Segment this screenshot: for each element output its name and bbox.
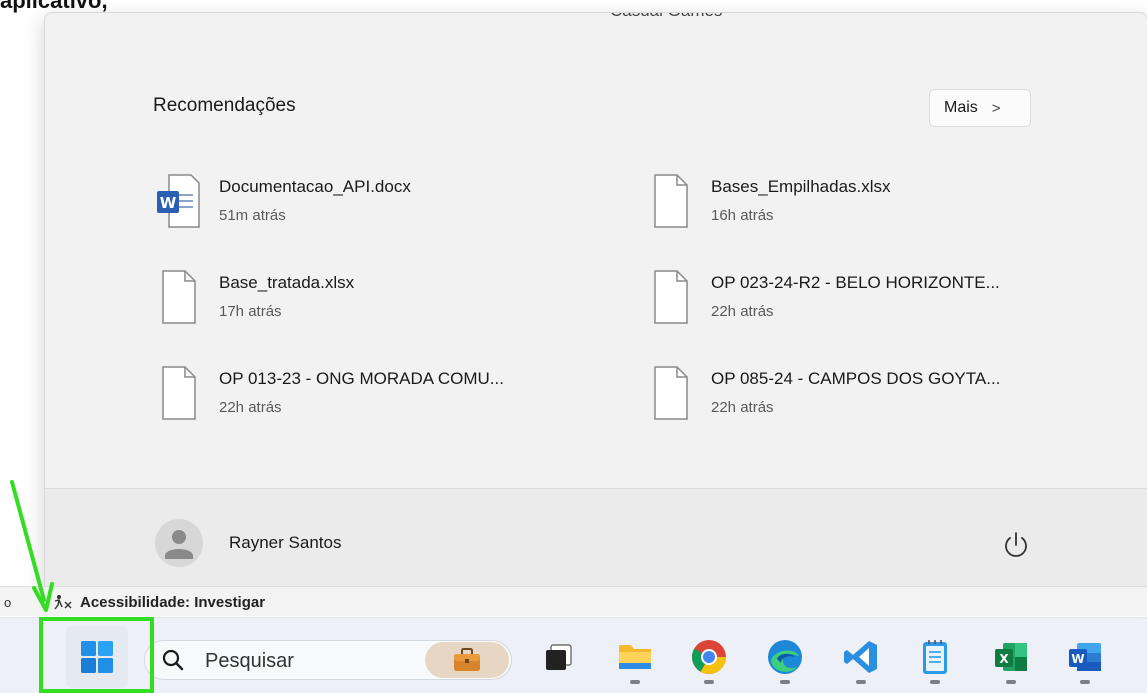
blank-file-icon <box>654 270 688 324</box>
blank-file-icon <box>654 174 688 228</box>
file-name: OP 013-23 - ONG MORADA COMU... <box>219 369 504 388</box>
power-icon[interactable] <box>1000 529 1032 561</box>
notepad-icon <box>923 640 947 674</box>
taskbar: Pesquisar X W <box>0 617 1147 693</box>
file-time: 22h atrás <box>711 399 774 416</box>
taskbar-edge[interactable] <box>754 626 816 688</box>
blank-file-icon <box>162 366 196 420</box>
file-name: Base_tratada.xlsx <box>219 273 355 292</box>
start-menu-footer: Rayner Santos <box>45 488 1147 597</box>
start-button-highlight <box>39 617 154 693</box>
word-file-icon: W <box>157 174 200 228</box>
file-time: 22h atrás <box>219 399 282 416</box>
taskbar-file-explorer[interactable] <box>604 626 666 688</box>
task-view-icon <box>546 644 572 670</box>
blank-file-icon <box>654 366 688 420</box>
green-arrow-annotation <box>10 480 54 612</box>
start-menu: Casual Games Recomendações Mais > W Docu… <box>44 12 1147 598</box>
running-indicator <box>780 680 790 684</box>
svg-text:X: X <box>999 652 1009 666</box>
running-indicator <box>704 680 714 684</box>
file-time: 17h atrás <box>219 303 282 320</box>
running-indicator <box>930 680 940 684</box>
chevron-right-icon: > <box>991 99 1001 117</box>
taskbar-task-view[interactable] <box>528 626 590 688</box>
more-button[interactable]: Mais > <box>929 89 1031 127</box>
briefcase-icon <box>454 648 480 671</box>
user-name[interactable]: Rayner Santos <box>229 533 341 553</box>
recommendation-item[interactable]: OP 013-23 - ONG MORADA COMU... 22h atrás <box>155 361 615 431</box>
running-indicator <box>856 680 866 684</box>
edge-icon <box>768 640 802 674</box>
svg-text:W: W <box>160 194 177 212</box>
taskbar-word[interactable]: W <box>1054 626 1116 688</box>
file-name: Documentacao_API.docx <box>219 177 411 196</box>
search-placeholder: Pesquisar <box>205 650 294 672</box>
vscode-icon <box>844 641 877 673</box>
taskbar-vscode[interactable] <box>830 626 892 688</box>
file-name: OP 023-24-R2 - BELO HORIZONTE... <box>711 273 1000 292</box>
recommendation-item[interactable]: Bases_Empilhadas.xlsx 16h atrás <box>647 169 1107 239</box>
chrome-icon <box>692 640 726 674</box>
search-icon <box>162 649 184 671</box>
recommendation-item[interactable]: W Documentacao_API.docx 51m atrás <box>155 169 615 239</box>
excel-icon: X <box>995 643 1027 671</box>
word-icon: W <box>1069 643 1101 671</box>
svg-text:W: W <box>1071 652 1084 666</box>
games-folder-label[interactable]: Casual Games <box>610 13 722 21</box>
recommendation-item[interactable]: OP 023-24-R2 - BELO HORIZONTE... 22h atr… <box>647 265 1107 335</box>
running-indicator <box>630 680 640 684</box>
recommendations-title: Recomendações <box>153 95 296 116</box>
file-time: 51m atrás <box>219 207 286 224</box>
user-avatar-icon <box>165 530 193 559</box>
file-time: 22h atrás <box>711 303 774 320</box>
running-indicator <box>1006 680 1016 684</box>
running-indicator <box>1080 680 1090 684</box>
recommendation-item[interactable]: Base_tratada.xlsx 17h atrás <box>155 265 615 335</box>
file-time: 16h atrás <box>711 207 774 224</box>
taskbar-notepad[interactable] <box>904 626 966 688</box>
avatar[interactable] <box>155 519 203 567</box>
blank-file-icon <box>162 270 196 324</box>
accessibility-status[interactable]: Acessibilidade: Investigar <box>80 594 265 611</box>
file-name: OP 085-24 - CAMPOS DOS GOYTA... <box>711 369 1001 388</box>
more-button-label: Mais <box>944 99 978 116</box>
search-highlight[interactable] <box>425 642 509 678</box>
taskbar-excel[interactable]: X <box>980 626 1042 688</box>
taskbar-chrome[interactable] <box>678 626 740 688</box>
status-bar: o Acessibilidade: Investigar <box>0 586 1147 616</box>
file-name: Bases_Empilhadas.xlsx <box>711 177 891 196</box>
search-box[interactable]: Pesquisar <box>144 640 512 680</box>
recommendation-item[interactable]: OP 085-24 - CAMPOS DOS GOYTA... 22h atrá… <box>647 361 1107 431</box>
file-explorer-icon <box>619 645 651 669</box>
